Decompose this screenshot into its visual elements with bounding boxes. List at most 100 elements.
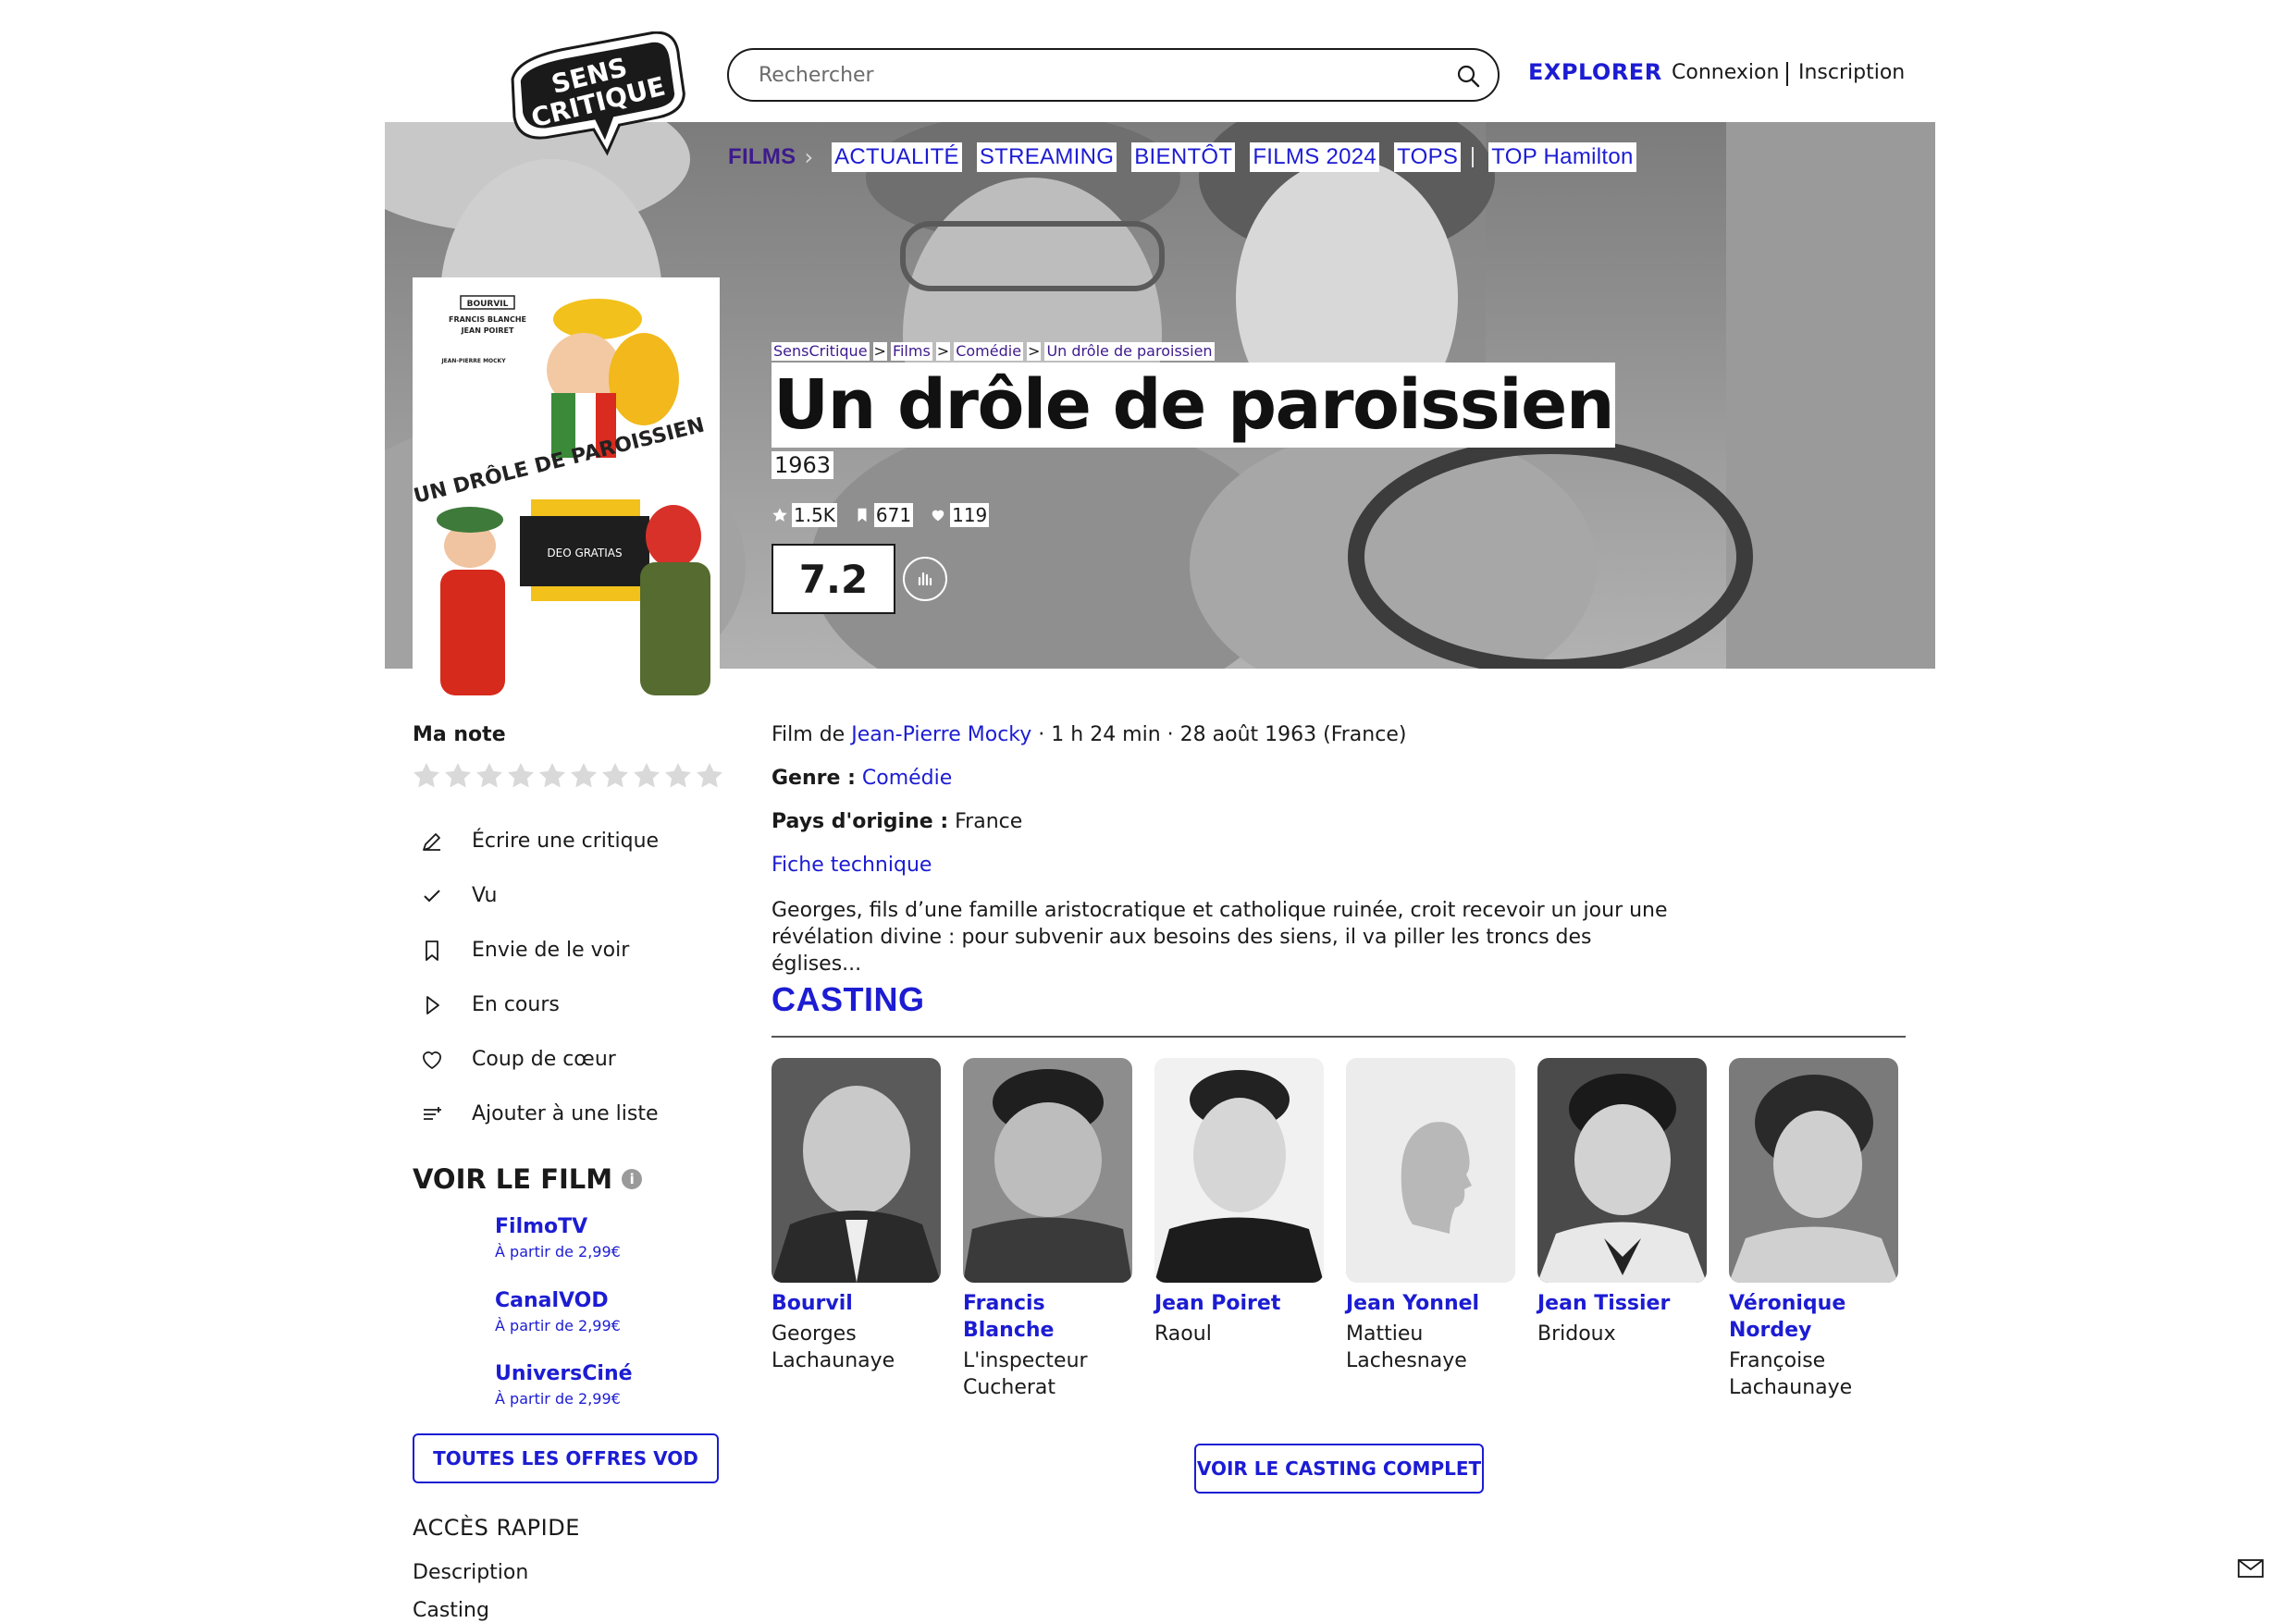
star-icon <box>772 508 787 522</box>
nav-bientot[interactable]: BIENTÔT <box>1131 142 1236 172</box>
in-progress-action[interactable]: En cours <box>418 977 659 1032</box>
signup-link[interactable]: Inscription <box>1798 61 1905 84</box>
actor-photo[interactable] <box>1729 1058 1898 1283</box>
cast-member[interactable]: Jean Poiret Raoul <box>1154 1058 1324 1401</box>
vod-name: UniversCiné <box>495 1362 633 1385</box>
rating-star-icon[interactable] <box>537 760 568 792</box>
actor-name[interactable]: Véronique Nordey <box>1729 1290 1898 1344</box>
quick-link-description[interactable]: Description <box>413 1561 528 1584</box>
header-divider <box>1786 62 1788 86</box>
genre-label: Genre : <box>772 767 856 790</box>
favorite-action[interactable]: Coup de cœur <box>418 1032 659 1087</box>
vod-offer-universcine[interactable]: UniversCiné À partir de 2,99€ <box>495 1360 633 1410</box>
rating-star-icon[interactable] <box>505 760 537 792</box>
technical-sheet-link[interactable]: Fiche technique <box>772 854 932 877</box>
rating-star-icon[interactable] <box>662 760 694 792</box>
movie-meta: Film de Jean-Pierre Mocky · 1 h 24 min ·… <box>772 723 1406 746</box>
nav-films[interactable]: FILMS <box>725 142 799 172</box>
genre-link[interactable]: Comédie <box>862 767 952 790</box>
bar-chart-icon <box>918 572 932 586</box>
rating-star-icon[interactable] <box>442 760 474 792</box>
actor-photo[interactable] <box>1537 1058 1707 1283</box>
wishlist-stat: 671 <box>854 503 914 527</box>
poster-artwork: BOURVIL FRANCIS BLANCHE JEAN POIRET JEAN… <box>413 277 720 695</box>
vod-price: À partir de 2,99€ <box>495 1390 621 1408</box>
cast-member[interactable]: Jean Yonnel Mattieu Lachesnaye <box>1346 1058 1515 1401</box>
actor-name[interactable]: Jean Yonnel <box>1346 1290 1515 1317</box>
country-value: France <box>955 810 1023 833</box>
vod-offer-canalvod[interactable]: CanalVOD À partir de 2,99€ <box>495 1287 621 1337</box>
actor-name[interactable]: Jean Poiret <box>1154 1290 1324 1317</box>
senscritique-logo[interactable]: SENS CRITIQUE <box>500 31 694 156</box>
cast-member[interactable]: Bourvil Georges Lachaunaye <box>772 1058 941 1401</box>
play-icon <box>418 991 446 1019</box>
breadcrumb-home[interactable]: SensCritique <box>772 342 870 361</box>
watch-title-text: VOIR LE FILM <box>413 1163 613 1195</box>
actor-name[interactable]: Jean Tissier <box>1537 1290 1707 1317</box>
vod-name: FilmoTV <box>495 1215 588 1238</box>
search-bar[interactable] <box>727 48 1500 102</box>
actor-photo[interactable] <box>963 1058 1132 1283</box>
explore-link[interactable]: EXPLORER <box>1528 59 1662 85</box>
page-title: Un drôle de paroissien <box>772 363 1616 448</box>
casting-title: CASTING <box>772 980 925 1018</box>
want-to-see-action[interactable]: Envie de le voir <box>418 923 659 977</box>
breadcrumb-separator: > <box>935 342 951 361</box>
pencil-icon <box>418 828 446 855</box>
all-vod-offers-button[interactable]: TOUTES LES OFFRES VOD <box>413 1433 719 1483</box>
search-icon[interactable] <box>1455 63 1481 89</box>
rating-distribution-button[interactable] <box>903 557 947 601</box>
mail-icon[interactable] <box>2237 1557 2265 1580</box>
actor-name[interactable]: Francis Blanche <box>963 1290 1132 1344</box>
rating-star-icon[interactable] <box>411 760 442 792</box>
rating-star-icon[interactable] <box>631 760 662 792</box>
seen-action[interactable]: Vu <box>418 868 659 923</box>
movie-poster[interactable]: BOURVIL FRANCIS BLANCHE JEAN POIRET JEAN… <box>413 277 720 695</box>
character-name: Georges Lachaunaye <box>772 1322 895 1372</box>
actor-photo[interactable] <box>772 1058 941 1283</box>
character-name: L'inspecteur Cucherat <box>963 1349 1088 1399</box>
nav-streaming[interactable]: STREAMING <box>976 142 1117 172</box>
see-full-cast-button[interactable]: VOIR LE CASTING COMPLET <box>1194 1444 1484 1494</box>
svg-text:BOURVIL: BOURVIL <box>467 300 509 309</box>
rating-star-icon[interactable] <box>568 760 599 792</box>
nav-films-2024[interactable]: FILMS 2024 <box>1250 142 1380 172</box>
cast-member[interactable]: Francis Blanche L'inspecteur Cucherat <box>963 1058 1132 1401</box>
wishlist-count: 671 <box>873 503 914 527</box>
breadcrumb-genre[interactable]: Comédie <box>954 342 1024 361</box>
movie-stats: 1.5K 671 119 <box>772 503 1006 527</box>
action-label: Envie de le voir <box>472 939 630 962</box>
search-input[interactable] <box>759 57 1406 92</box>
breadcrumb-current[interactable]: Un drôle de paroissien <box>1044 342 1215 361</box>
vod-offer-filmotv[interactable]: FilmoTV À partir de 2,99€ <box>495 1213 621 1263</box>
favorites-count: 119 <box>950 503 990 527</box>
info-icon[interactable]: i <box>622 1169 643 1189</box>
check-icon <box>418 882 446 910</box>
watch-section-title: VOIR LE FILM i <box>413 1163 643 1195</box>
list-add-icon <box>418 1100 446 1128</box>
action-label: Écrire une critique <box>472 830 660 853</box>
add-to-list-action[interactable]: Ajouter à une liste <box>418 1087 659 1141</box>
nav-tops[interactable]: TOPS <box>1394 142 1462 172</box>
rating-star-icon[interactable] <box>694 760 725 792</box>
write-review-action[interactable]: Écrire une critique <box>418 814 659 868</box>
svg-text:JEAN-PIERRE MOCKY: JEAN-PIERRE MOCKY <box>440 358 506 364</box>
quick-access-title: ACCÈS RAPIDE <box>413 1515 580 1541</box>
chevron-right-icon: › <box>804 144 814 170</box>
actor-photo-placeholder[interactable] <box>1346 1058 1515 1283</box>
rating-stars[interactable] <box>411 760 725 792</box>
actor-name[interactable]: Bourvil <box>772 1290 941 1317</box>
cast-member[interactable]: Jean Tissier Bridoux <box>1537 1058 1707 1401</box>
vod-price: À partir de 2,99€ <box>495 1317 621 1334</box>
cast-member[interactable]: Véronique Nordey Françoise Lachaunaye <box>1729 1058 1898 1401</box>
quick-link-casting[interactable]: Casting <box>413 1599 489 1622</box>
actor-photo[interactable] <box>1154 1058 1324 1283</box>
breadcrumb-films[interactable]: Films <box>890 342 932 361</box>
rating-star-icon[interactable] <box>599 760 631 792</box>
ratings-count: 1.5K <box>792 503 837 527</box>
nav-top-hamilton[interactable]: TOP Hamilton <box>1488 142 1636 172</box>
nav-actualite[interactable]: ACTUALITÉ <box>832 142 962 172</box>
login-link[interactable]: Connexion <box>1672 61 1779 84</box>
rating-star-icon[interactable] <box>474 760 505 792</box>
director-link[interactable]: Jean-Pierre Mocky <box>851 723 1031 746</box>
